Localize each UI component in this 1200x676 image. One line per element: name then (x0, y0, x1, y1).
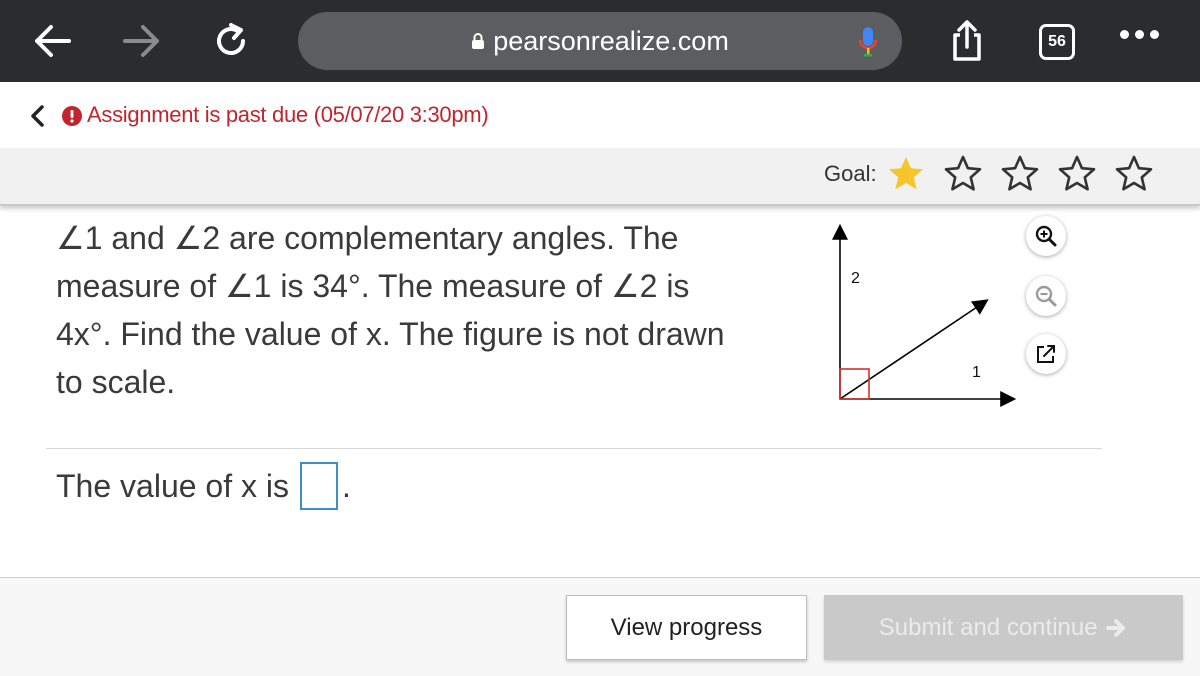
goal-label: Goal: (824, 161, 877, 186)
share-icon[interactable] (944, 18, 990, 64)
answer-prompt: The value of x is (56, 468, 289, 504)
content-divider (46, 448, 1102, 449)
star-empty-icon (1058, 155, 1096, 191)
browser-toolbar: pearsonrealize.com 56 (0, 0, 1200, 82)
back-arrow-icon[interactable] (30, 18, 76, 64)
star-empty-icon (944, 155, 982, 191)
zoom-out-button[interactable] (1026, 276, 1066, 316)
back-chevron-icon[interactable] (28, 104, 46, 133)
question-line: ∠1 and ∠2 are complementary angles. The (56, 220, 679, 256)
question-line: 4x°. Find the value of x. The figure is … (56, 316, 725, 352)
arrow-right-icon (1106, 619, 1126, 638)
open-external-button[interactable] (1026, 334, 1066, 374)
angle-2-label: 2 (851, 270, 860, 287)
url-text: pearsonrealize.com (493, 26, 729, 56)
angle-1-label: 1 (972, 364, 981, 381)
answer-input[interactable] (300, 462, 338, 510)
angle-figure: 2 1 (820, 215, 1030, 420)
zoom-out-icon (1035, 285, 1057, 307)
star-filled-icon (889, 157, 923, 190)
alert-icon (62, 106, 82, 131)
address-bar[interactable]: pearsonrealize.com (298, 12, 902, 70)
answer-period: . (342, 468, 351, 504)
question-text: ∠1 and ∠2 are complementary angles. The … (56, 214, 796, 406)
past-due-notice: Assignment is past due (05/07/20 3:30pm) (87, 102, 489, 127)
right-angle-marker (839, 368, 870, 400)
star-empty-icon (1001, 155, 1039, 191)
submit-label: Submit and continue (878, 613, 1098, 641)
reload-icon[interactable] (208, 18, 254, 64)
question-line: to scale. (56, 364, 176, 400)
view-progress-button[interactable]: View progress (566, 595, 807, 660)
forward-arrow-icon[interactable] (118, 18, 164, 64)
tabs-count-button[interactable]: 56 (1039, 24, 1075, 60)
submit-and-continue-button[interactable]: Submit and continue (824, 595, 1183, 660)
more-menu-icon[interactable] (1120, 30, 1170, 50)
question-line: measure of ∠1 is 34°. The measure of ∠2 … (56, 268, 690, 304)
star-empty-icon (1115, 155, 1153, 191)
microphone-icon[interactable] (858, 26, 878, 63)
goal-stars (886, 154, 1154, 194)
zoom-in-button[interactable] (1026, 216, 1066, 256)
answer-row: The value of x is . (56, 462, 351, 510)
lock-icon (471, 12, 485, 70)
zoom-in-icon (1035, 225, 1057, 247)
external-link-icon (1037, 345, 1055, 363)
